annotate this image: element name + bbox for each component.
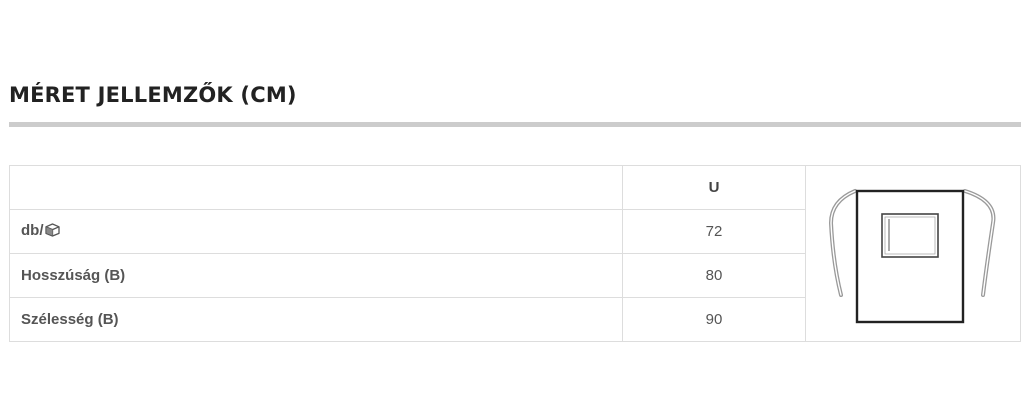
row-label-cell: db/ — [9, 209, 623, 254]
row-value-cell: 72 — [622, 209, 806, 254]
row-value-cell: 80 — [622, 253, 806, 298]
title-divider — [9, 122, 1021, 127]
size-table: U db/ 72 Hosszúság (B) 80 Szélesség (B) … — [9, 165, 1021, 342]
row-value-cell: 90 — [622, 297, 806, 342]
header-label-cell — [9, 165, 623, 210]
apron-diagram-icon — [828, 188, 996, 323]
section-title: MÉRET JELLEMZŐK (CM) — [9, 83, 297, 107]
table-header-row: U — [9, 165, 1021, 342]
row-label-text: db/ — [21, 222, 44, 239]
product-image-cell — [805, 165, 1021, 342]
row-label-cell: Szélesség (B) — [9, 297, 623, 342]
header-size-cell: U — [622, 165, 806, 210]
row-label-cell: Hosszúság (B) — [9, 253, 623, 298]
box-icon — [44, 223, 60, 241]
